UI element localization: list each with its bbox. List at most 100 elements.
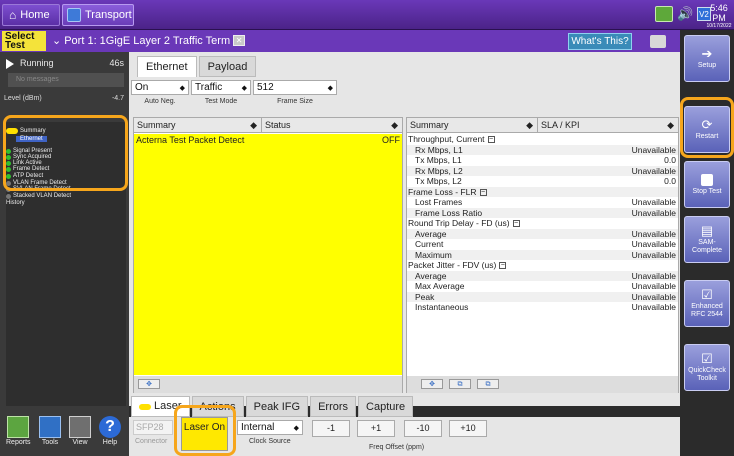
tab-payload[interactable]: Payload xyxy=(198,56,257,77)
collapse-icon[interactable]: − xyxy=(487,136,495,144)
clock-source-select[interactable]: Internal ◆ xyxy=(237,420,303,435)
message-bar[interactable]: No messages xyxy=(8,73,124,87)
camera-icon[interactable] xyxy=(650,35,666,48)
updown-icon: ◆ xyxy=(293,424,299,432)
tree-item-label: History xyxy=(6,200,25,206)
clock-source-label: Clock Source xyxy=(249,438,291,445)
highlight-restart xyxy=(680,97,734,158)
status-label: Running xyxy=(20,58,54,68)
collapse-icon[interactable]: − xyxy=(479,188,487,196)
sam-complete-label: SAM-Complete xyxy=(692,239,722,254)
updown-icon: ◆ xyxy=(526,120,533,130)
test-mode-value: Traffic xyxy=(195,82,223,93)
expand-icon[interactable]: ✥ xyxy=(421,379,443,389)
close-icon[interactable]: ✕ xyxy=(233,35,246,46)
freq-offset-label: Freq Offset (ppm) xyxy=(369,444,425,451)
row-value: Unavailable xyxy=(631,239,676,249)
row-label: Peak xyxy=(415,291,435,302)
summary-dropdown[interactable]: Summary ◆ xyxy=(134,118,262,132)
copy-icon[interactable]: ⧉ xyxy=(477,379,499,389)
reports-icon xyxy=(7,416,30,438)
level-value: -4.7 xyxy=(111,95,124,102)
reports-button[interactable]: Reports xyxy=(6,416,31,446)
config-tabs: Ethernet Payload xyxy=(137,56,257,77)
group-row[interactable]: Packet Jitter - FDV (us) − xyxy=(407,260,678,271)
whats-this-button[interactable]: What's This? xyxy=(568,33,632,50)
row-label: Average xyxy=(415,270,447,281)
stop-test-button[interactable]: Stop Test xyxy=(684,161,730,208)
clock-source-value: Internal xyxy=(241,422,275,433)
row-value: Unavailable xyxy=(631,302,676,312)
battery-icon[interactable] xyxy=(655,6,673,22)
table-row: Frame Loss Ratio Unavailable xyxy=(407,207,678,218)
summary-dropdown[interactable]: Summary ◆ xyxy=(407,118,538,132)
freq-minus-10-button[interactable]: -10 xyxy=(404,420,442,437)
view-button[interactable]: View xyxy=(69,416,91,446)
home-label: Home xyxy=(20,9,50,21)
table-row: Maximum Unavailable xyxy=(407,249,678,260)
tree-item-stacked-vlan-detect[interactable]: Stacked VLAN Detect xyxy=(6,193,71,199)
row-label: Instantaneous xyxy=(415,302,469,312)
row-label: Frame Loss Ratio xyxy=(415,207,483,218)
collapse-icon[interactable]: − xyxy=(499,262,507,270)
status-dropdown[interactable]: Status ◆ xyxy=(262,118,402,132)
config-row: On ◆ Auto Neg. Traffic ◆ Test Mode 512 ◆… xyxy=(131,80,337,105)
test-mode-select[interactable]: Traffic ◆ xyxy=(191,80,251,95)
sla-dropdown[interactable]: SLA / KPI ◆ xyxy=(538,118,678,132)
collapse-icon[interactable]: − xyxy=(512,220,520,228)
help-button[interactable]: ? Help xyxy=(99,416,121,446)
freq-plus-10-button[interactable]: +10 xyxy=(449,420,487,437)
frame-size-select[interactable]: 512 ◆ xyxy=(253,80,337,95)
tab-errors[interactable]: Errors xyxy=(310,396,357,417)
group-row[interactable]: Throughput, Current − xyxy=(407,134,678,145)
tab-peak-ifg[interactable]: Peak IFG xyxy=(245,396,309,417)
row-label-wrap: Throughput, Current − xyxy=(408,134,495,145)
row-label: Average xyxy=(415,228,447,239)
home-icon: ⌂ xyxy=(9,8,17,22)
setup-button[interactable]: ➔ Setup xyxy=(684,35,730,82)
updown-icon: ◆ xyxy=(250,120,257,130)
group-row[interactable]: Frame Loss - FLR − xyxy=(407,186,678,197)
row-value: Unavailable xyxy=(631,291,676,302)
port-title[interactable]: ⌄ Port 1: 1GigE Layer 2 Traffic Term ✕ xyxy=(52,34,246,47)
expand-icon[interactable]: ✥ xyxy=(138,379,160,389)
freq-minus-1-button[interactable]: -1 xyxy=(312,420,350,437)
clock: 5:46 PM 10/17/2022 xyxy=(705,3,733,29)
auto-neg-select[interactable]: On ◆ xyxy=(131,80,189,95)
table-row: Average Unavailable xyxy=(407,270,678,281)
help-icon: ? xyxy=(99,416,121,438)
sam-complete-button[interactable]: ▤ SAM-Complete xyxy=(684,216,730,263)
tree-item-history[interactable]: History xyxy=(6,200,25,206)
system-tray: 🔊 V2 xyxy=(655,6,711,22)
quickcheck-button[interactable]: ☑ QuickCheck Toolkit xyxy=(684,344,730,391)
table-row: Instantaneous Unavailable xyxy=(407,302,678,313)
enhanced-rfc-button[interactable]: ☑ Enhanced RFC 2544 xyxy=(684,280,730,327)
highlight-tree xyxy=(3,115,128,191)
tab-ethernet[interactable]: Ethernet xyxy=(137,56,197,77)
row-value: Unavailable xyxy=(631,249,676,260)
row-label: Throughput, Current xyxy=(408,134,485,144)
select-test-button[interactable]: Select Test xyxy=(2,31,46,51)
tools-button[interactable]: Tools xyxy=(39,416,61,446)
select-test-label: Select Test xyxy=(5,31,35,51)
run-status: Running 46s xyxy=(6,58,124,69)
tools-label: Tools xyxy=(41,439,59,446)
clock-date: 10/17/2022 xyxy=(706,23,732,29)
home-button[interactable]: ⌂ Home xyxy=(2,4,60,26)
updown-icon: ◆ xyxy=(179,84,185,92)
transport-button[interactable]: Transport xyxy=(62,4,134,26)
view-label: View xyxy=(72,439,88,446)
table-row: Rx Mbps, L1 Unavailable xyxy=(407,144,678,155)
group-row[interactable]: Round Trip Delay - FD (us) − xyxy=(407,218,678,229)
stop-test-label: Stop Test xyxy=(692,187,722,195)
row-value: Unavailable xyxy=(631,165,676,176)
freq-plus-1-button[interactable]: +1 xyxy=(357,420,395,437)
arrow-right-icon: ➔ xyxy=(701,46,713,61)
copy-icon[interactable]: ⧉ xyxy=(449,379,471,389)
row-label: Round Trip Delay - FD (us) xyxy=(408,218,510,228)
frame-size-label: Frame Size xyxy=(277,98,313,105)
tab-capture[interactable]: Capture xyxy=(358,396,414,417)
volume-icon[interactable]: 🔊 xyxy=(677,6,693,22)
stop-icon xyxy=(701,173,713,186)
transport-label: Transport xyxy=(85,9,132,21)
